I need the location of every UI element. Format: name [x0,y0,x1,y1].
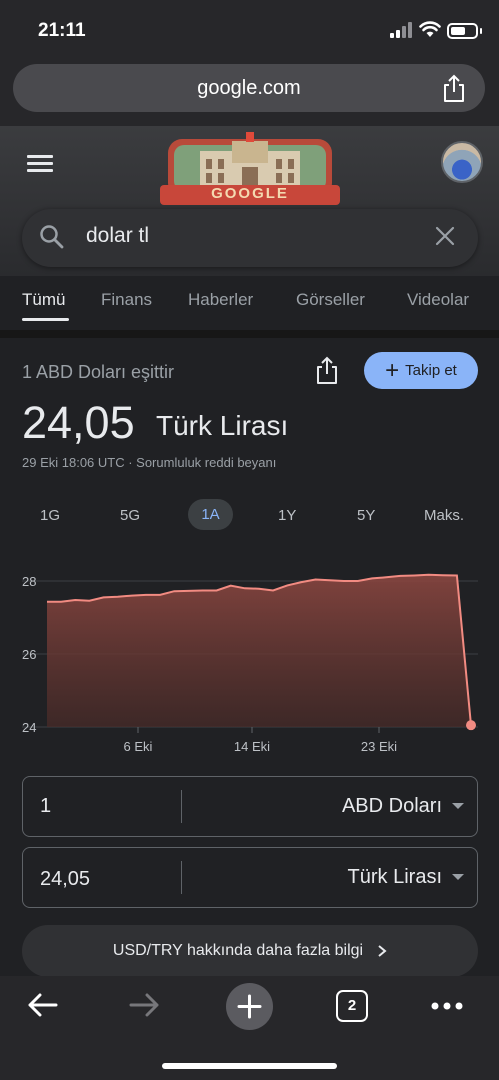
battery-icon [447,23,478,39]
share-icon[interactable] [441,74,467,104]
menu-icon[interactable] [27,155,53,173]
exchange-rate-chart[interactable]: 24 26 28 6 Eki 14 Eki 23 Eki [0,560,499,760]
y-tick-label: 28 [22,574,36,589]
range-1d[interactable]: 1G [40,507,60,524]
chart-last-point [466,720,476,731]
y-tick-label: 26 [22,647,36,662]
to-amount-input[interactable]: 24,05 [40,868,90,891]
tab-news[interactable]: Haberler [188,290,253,310]
chevron-down-icon[interactable] [452,803,464,809]
exchange-value: 24,05 [22,397,135,448]
plus-icon [237,994,262,1019]
range-1y[interactable]: 1Y [278,507,296,524]
home-indicator [162,1063,337,1069]
x-tick-label: 14 Eki [234,739,270,754]
address-text[interactable]: google.com [13,64,485,112]
divider [0,330,499,338]
plus-icon: + [385,356,400,384]
follow-label: Takip et [405,362,457,379]
share-icon[interactable] [314,356,340,386]
back-icon[interactable] [26,992,58,1018]
tab-all[interactable]: Tümü [22,290,65,310]
x-tick-label: 6 Eki [124,739,153,754]
range-1m[interactable]: 1A [188,499,233,530]
avatar[interactable] [441,141,483,183]
converter-divider [181,790,182,823]
battery-tip [480,28,482,34]
search-query[interactable]: dolar tl [86,224,149,248]
range-5d[interactable]: 5G [120,507,140,524]
status-time: 21:11 [38,20,86,41]
more-info-button[interactable]: USD/TRY hakkında daha fazla bilgi [22,925,478,977]
chevron-right-icon [378,945,387,957]
active-tab-indicator [22,318,69,321]
forward-icon[interactable] [129,992,161,1018]
y-tick-label: 24 [22,720,36,735]
follow-button[interactable]: + Takip et [364,352,478,389]
timestamp-disclaimer[interactable]: 29 Eki 18:06 UTC · Sorumluluk reddi beya… [22,455,276,470]
chevron-down-icon[interactable] [452,874,464,880]
tab-images[interactable]: Görseller [296,290,365,310]
tabs-button[interactable]: 2 [336,990,368,1022]
converter-divider [181,861,182,894]
search-icon [40,225,64,249]
range-max[interactable]: Maks. [424,507,464,524]
from-currency-select[interactable]: ABD Doları [190,795,442,818]
wifi-icon [419,21,441,37]
equals-label: 1 ABD Doları eşittir [22,362,175,382]
close-icon[interactable] [434,225,456,247]
doodle-text: GOOGLE [211,185,289,202]
tab-finance[interactable]: Finans [101,290,152,310]
more-icon[interactable] [431,1002,463,1010]
exchange-unit: Türk Lirası [156,410,289,441]
to-currency-select[interactable]: Türk Lirası [190,866,442,889]
range-5y[interactable]: 5Y [357,507,375,524]
x-tick-label: 23 Eki [361,739,397,754]
from-amount-input[interactable]: 1 [40,795,51,818]
tab-videos[interactable]: Videolar [407,290,469,310]
more-info-label: USD/TRY hakkında daha fazla bilgi [112,942,364,959]
signal-icon [390,22,412,38]
